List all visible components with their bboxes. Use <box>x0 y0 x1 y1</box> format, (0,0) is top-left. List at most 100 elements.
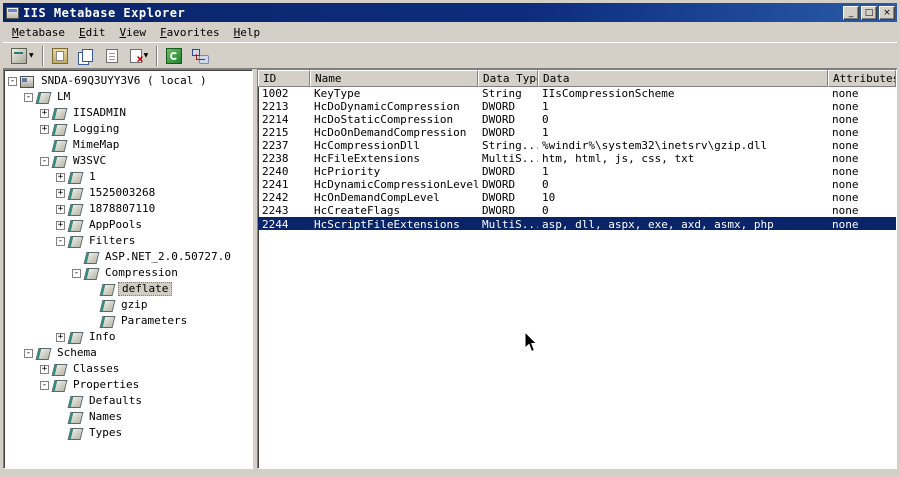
cell-data-type: String <box>482 87 522 100</box>
tree-item-label: 1878807110 <box>89 202 156 215</box>
cell-data: IIsCompressionScheme <box>542 87 675 100</box>
table-row-2243[interactable]: 2243 HcCreateFlags DWORD 0 none <box>258 204 896 217</box>
tree-item-apppools[interactable]: + AppPools <box>4 217 252 233</box>
column-header-id[interactable]: ID <box>258 70 310 87</box>
tree-item-logging[interactable]: + Logging <box>4 121 252 137</box>
cell-data: htm, html, js, css, txt <box>542 152 695 165</box>
collapse-icon[interactable]: - <box>40 156 49 166</box>
tree-item-label: Schema <box>57 346 97 359</box>
expand-icon[interactable]: + <box>56 188 65 198</box>
tree-item-mimemap[interactable]: MimeMap <box>4 137 252 153</box>
cell-data: 10 <box>542 191 556 204</box>
metabase-key-icon <box>36 92 50 103</box>
tree-item-parameters[interactable]: Parameters <box>4 313 252 329</box>
tree-item-info[interactable]: + Info <box>4 329 252 345</box>
menu-help[interactable]: Help <box>227 24 268 41</box>
collapse-icon[interactable]: - <box>24 348 33 358</box>
cell-name: HcCompressionDll <box>314 139 420 152</box>
expand-icon[interactable]: + <box>56 172 65 182</box>
collapse-icon[interactable]: - <box>56 236 65 246</box>
tree-item-schema[interactable]: - Schema <box>4 345 252 361</box>
cell-attributes: none <box>832 204 859 217</box>
dropdown-arrow-icon[interactable]: ▼ <box>144 52 149 59</box>
paste-button[interactable] <box>47 44 72 67</box>
tree-item-iisadmin[interactable]: + IISADMIN <box>4 105 252 121</box>
delete-button[interactable]: ▼ <box>125 44 153 67</box>
tree-item-filters[interactable]: - Filters <box>4 233 252 249</box>
collapse-icon[interactable]: - <box>24 92 33 102</box>
cell-id: 2243 <box>262 204 289 217</box>
tree-item-label: W3SVC <box>73 154 107 167</box>
metabase-key-icon <box>68 204 82 215</box>
collapse-icon[interactable]: - <box>72 268 81 278</box>
tree-item-defaults[interactable]: Defaults <box>4 393 252 409</box>
close-button[interactable]: × <box>879 5 895 20</box>
menu-favorites[interactable]: Favorites <box>153 24 227 41</box>
connect-button[interactable] <box>188 44 213 67</box>
tree-item-1878807110[interactable]: +1878807110 <box>4 201 252 217</box>
tree-item-snda-69q3uyy3v6-local[interactable]: - SNDA-69Q3UYY3V6 ( local ) <box>4 73 252 89</box>
expand-icon[interactable]: + <box>56 332 65 342</box>
metabase-key-icon <box>68 396 82 407</box>
cell-id: 2241 <box>262 178 289 191</box>
column-header-name[interactable]: Name <box>310 70 478 87</box>
clipboard-icon <box>51 47 68 64</box>
table-row-2214[interactable]: 2214 HcDoStaticCompression DWORD 0 none <box>258 113 896 126</box>
title-bar: IIS Metabase Explorer _ □ × <box>3 3 897 22</box>
tree-item-properties[interactable]: - Properties <box>4 377 252 393</box>
tree-item-label: IISADMIN <box>73 106 126 119</box>
cell-data: 0 <box>542 178 549 191</box>
tree-item-lm[interactable]: - LM <box>4 89 252 105</box>
metabase-key-icon <box>52 108 66 119</box>
column-header-attributes[interactable]: Attributes <box>828 70 896 87</box>
tree-item-gzip[interactable]: gzip <box>4 297 252 313</box>
column-header-data-type[interactable]: Data Type <box>478 70 538 87</box>
minimize-button[interactable]: _ <box>843 5 859 20</box>
tree-item-types[interactable]: Types <box>4 425 252 441</box>
tree-item-classes[interactable]: + Classes <box>4 361 252 377</box>
cell-id: 1002 <box>262 87 289 100</box>
expand-icon[interactable]: + <box>40 364 49 374</box>
tree-item-1[interactable]: +1 <box>4 169 252 185</box>
table-row-2238[interactable]: 2238 HcFileExtensions MultiS... htm, html, … <box>258 152 896 165</box>
table-row-2241[interactable]: 2241 HcDynamicCompressionLevel DWORD 0 none <box>258 178 896 191</box>
cell-attributes: none <box>832 113 859 126</box>
table-row-2244[interactable]: 2244 HcScriptFileExtensions MultiS... asp, … <box>258 217 896 230</box>
tree-item-names[interactable]: Names <box>4 409 252 425</box>
expand-icon[interactable]: + <box>56 220 65 230</box>
tree-item-label: Defaults <box>89 394 142 407</box>
maximize-button[interactable]: □ <box>861 5 877 20</box>
tree-item-label: Parameters <box>121 314 188 327</box>
tree-item-1525003268[interactable]: +1525003268 <box>4 185 252 201</box>
table-row-2213[interactable]: 2213 HcDoDynamicCompression DWORD 1 none <box>258 100 896 113</box>
tree-item-label: LM <box>57 90 71 103</box>
collapse-icon[interactable]: - <box>40 380 49 390</box>
export-button[interactable] <box>99 44 124 67</box>
menu-metabase[interactable]: Metabase <box>5 24 72 41</box>
copy-icon <box>82 49 94 62</box>
tree-item-deflate[interactable]: deflate <box>4 281 252 297</box>
expand-icon[interactable]: + <box>40 124 49 134</box>
cell-data-type: MultiS... <box>482 152 538 165</box>
table-row-2237[interactable]: 2237 HcCompressionDll String... %windir%\sy… <box>258 139 896 152</box>
toolbar-separator <box>41 45 44 66</box>
new-key-button[interactable]: ▼ <box>7 44 38 67</box>
tree-item-w3svc[interactable]: - W3SVC <box>4 153 252 169</box>
tree-item-compression[interactable]: - Compression <box>4 265 252 281</box>
table-row-1002[interactable]: 1002 KeyType String IIsCompressionScheme non… <box>258 87 896 100</box>
expand-icon[interactable]: + <box>56 204 65 214</box>
column-header-data[interactable]: Data <box>538 70 828 87</box>
expand-icon[interactable]: + <box>40 108 49 118</box>
table-row-2215[interactable]: 2215 HcDoOnDemandCompression DWORD 1 none <box>258 126 896 139</box>
dropdown-arrow-icon[interactable]: ▼ <box>29 52 34 59</box>
refresh-button[interactable] <box>162 44 187 67</box>
table-row-2242[interactable]: 2242 HcOnDemandCompLevel DWORD 10 none <box>258 191 896 204</box>
tree-item-label: MimeMap <box>73 138 120 151</box>
collapse-icon[interactable]: - <box>8 76 17 86</box>
cell-data: %windir%\system32\inetsrv\gzip.dll <box>542 139 768 152</box>
copy-button[interactable] <box>73 44 98 67</box>
menu-view[interactable]: View <box>112 24 153 41</box>
menu-edit[interactable]: Edit <box>72 24 113 41</box>
tree-item-asp-net-2-0-50727-0[interactable]: ASP.NET_2.0.50727.0 <box>4 249 252 265</box>
table-row-2240[interactable]: 2240 HcPriority DWORD 1 none <box>258 165 896 178</box>
